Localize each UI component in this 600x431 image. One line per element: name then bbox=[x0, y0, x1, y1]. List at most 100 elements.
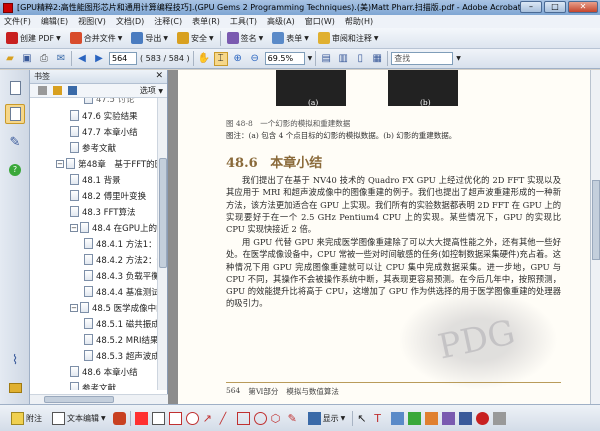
minimize-button[interactable]: – bbox=[520, 1, 542, 13]
scrollbar-thumb[interactable] bbox=[592, 180, 600, 260]
pages-panel-button[interactable] bbox=[5, 78, 25, 98]
bookmark-item[interactable]: 47.6 实验结果 bbox=[70, 107, 138, 124]
bookmark-item[interactable]: 48.6 本章小结 bbox=[70, 363, 138, 380]
scrollbar-thumb[interactable] bbox=[44, 396, 114, 403]
close-button[interactable]: ✕ bbox=[568, 1, 598, 13]
scrollbar-thumb[interactable] bbox=[159, 158, 167, 268]
delete-bookmark-icon[interactable] bbox=[38, 86, 47, 95]
continuous-page-icon[interactable]: ▦ bbox=[370, 52, 384, 66]
bookmark-item[interactable]: 48.5.3 超声波成像 bbox=[84, 347, 167, 364]
button-tool-icon[interactable] bbox=[442, 411, 456, 425]
bookmark-item[interactable]: − 第48章 基于FFT的医学 bbox=[56, 155, 167, 172]
text-select-icon[interactable]: T bbox=[374, 412, 387, 425]
create-pdf-button[interactable]: 创建 PDF ▼ bbox=[3, 31, 64, 45]
snapshot-icon[interactable] bbox=[391, 411, 405, 425]
rectangle-icon[interactable] bbox=[236, 411, 250, 425]
menu-tools[interactable]: 工具(T) bbox=[230, 16, 257, 27]
bookmarks-options-menu[interactable]: 选项 ▼ bbox=[140, 85, 163, 96]
help-panel-button[interactable]: ? bbox=[5, 160, 25, 180]
menu-comments[interactable]: 注释(C) bbox=[154, 16, 182, 27]
highlight-icon[interactable] bbox=[134, 411, 148, 425]
bookmark-item[interactable]: 48.2 傅里叶变换 bbox=[70, 187, 146, 204]
page-number-input[interactable] bbox=[109, 52, 137, 65]
forms-button[interactable]: 表单 ▼ bbox=[269, 31, 312, 45]
collapse-icon[interactable]: − bbox=[70, 223, 78, 232]
new-bookmark-icon[interactable] bbox=[53, 86, 62, 95]
bookmark-item[interactable]: 48.4.3 负载平衡 bbox=[84, 267, 160, 284]
stamp-icon[interactable] bbox=[112, 411, 126, 425]
menu-document[interactable]: 文档(D) bbox=[116, 16, 144, 27]
polygon-icon[interactable]: ⬡ bbox=[271, 412, 284, 425]
bookmark-item[interactable]: − 48.5 医学成像中的FF bbox=[70, 299, 167, 316]
zoom-level-input[interactable] bbox=[264, 52, 305, 65]
menu-forms[interactable]: 表单(R) bbox=[192, 16, 220, 27]
checkbox-tool-icon[interactable] bbox=[459, 411, 473, 425]
fit-page-icon[interactable]: ▤ bbox=[319, 52, 333, 66]
expand-bookmark-icon[interactable] bbox=[68, 86, 77, 95]
bookmark-item[interactable]: 47.7 本章小结 bbox=[70, 123, 138, 140]
bookmark-item[interactable]: 48.4.1 方法1：主 bbox=[84, 235, 165, 252]
next-page-icon[interactable]: ▶ bbox=[92, 52, 106, 66]
review-comment-button[interactable]: 审阅和注释 ▼ bbox=[315, 31, 382, 45]
previous-page-icon[interactable]: ◀ bbox=[75, 52, 89, 66]
fit-width-icon[interactable]: ▥ bbox=[336, 52, 350, 66]
close-panel-icon[interactable]: ✕ bbox=[155, 71, 163, 81]
signatures-panel-button[interactable]: ✎ bbox=[5, 132, 25, 152]
callout-icon[interactable] bbox=[151, 411, 165, 425]
sign-button[interactable]: 签名 ▼ bbox=[224, 31, 267, 45]
document-viewport[interactable]: (a) (b) 图 48-8 一个幻影的模拟和重建数据 图注：(a) 包含 4 … bbox=[168, 70, 600, 404]
bookmarks-scrollbar[interactable] bbox=[157, 98, 167, 390]
bookmark-item[interactable]: 48.1 背景 bbox=[70, 171, 121, 188]
line-icon[interactable]: ╱ bbox=[220, 412, 233, 425]
open-folder-icon[interactable]: ▰ bbox=[3, 52, 17, 66]
link-icon[interactable] bbox=[408, 411, 422, 425]
radio-tool-icon[interactable] bbox=[476, 411, 490, 425]
zoom-out-icon[interactable]: ⊖ bbox=[248, 52, 262, 66]
menu-edit[interactable]: 编辑(E) bbox=[41, 16, 68, 27]
email-icon[interactable]: ✉ bbox=[54, 52, 68, 66]
list-tool-icon[interactable] bbox=[493, 411, 507, 425]
comments-panel-button[interactable] bbox=[5, 378, 25, 398]
collapse-icon[interactable]: − bbox=[70, 303, 78, 312]
bookmark-item[interactable]: 48.4.2 方法2：使 bbox=[84, 251, 165, 268]
menu-advanced[interactable]: 高级(A) bbox=[267, 16, 295, 27]
select-tool-icon[interactable]: ⌶ bbox=[213, 51, 228, 66]
find-input[interactable] bbox=[391, 52, 454, 65]
text-edit-button[interactable]: 文本编辑 ▼ bbox=[49, 411, 109, 426]
attachments-panel-button[interactable]: ⌇ bbox=[5, 350, 25, 370]
menu-help[interactable]: 帮助(H) bbox=[345, 16, 373, 27]
menu-window[interactable]: 窗口(W) bbox=[305, 16, 335, 27]
bookmarks-panel-button[interactable] bbox=[5, 104, 25, 124]
maximize-button[interactable]: □ bbox=[544, 1, 566, 13]
bookmark-item[interactable]: 48.5.2 MRI结果 bbox=[84, 331, 158, 348]
zoom-in-icon[interactable]: ⊕ bbox=[231, 52, 245, 66]
bookmark-item[interactable]: 参考文献 bbox=[70, 379, 116, 390]
single-page-icon[interactable]: ▯ bbox=[353, 52, 367, 66]
bookmarks-horizontal-scrollbar[interactable] bbox=[30, 394, 168, 404]
textbox-icon[interactable] bbox=[168, 411, 182, 425]
export-button[interactable]: 导出 ▼ bbox=[128, 31, 171, 45]
bookmark-item[interactable]: 48.5.1 磁共振成像 bbox=[84, 315, 167, 332]
bookmark-item[interactable]: 48.4.4 基准测试结 bbox=[84, 283, 167, 300]
cursor-icon[interactable]: ↖ bbox=[357, 412, 370, 425]
find-dropdown-icon[interactable]: ▼ bbox=[456, 55, 461, 62]
bookmark-item[interactable]: 47.5 讨论 bbox=[84, 98, 135, 107]
bookmark-item[interactable]: − 48.4 在GPU上的实现 bbox=[70, 219, 167, 236]
attach-note-button[interactable]: 附注 bbox=[8, 411, 45, 426]
save-icon[interactable]: ▣ bbox=[20, 52, 34, 66]
merge-files-button[interactable]: 合并文件 ▼ bbox=[67, 31, 126, 45]
document-scrollbar[interactable] bbox=[590, 70, 600, 404]
menu-file[interactable]: 文件(F) bbox=[4, 16, 31, 27]
print-icon[interactable]: ⎙ bbox=[37, 52, 51, 66]
zoom-dropdown-icon[interactable]: ▼ bbox=[308, 55, 313, 62]
secure-button[interactable]: 安全 ▼ bbox=[174, 31, 217, 45]
bookmark-item[interactable]: 参考文献 bbox=[70, 139, 116, 156]
cloud-icon[interactable] bbox=[185, 411, 199, 425]
hand-tool-icon[interactable]: ✋ bbox=[197, 52, 211, 66]
menu-view[interactable]: 视图(V) bbox=[78, 16, 106, 27]
oval-icon[interactable] bbox=[253, 411, 267, 425]
arrow-icon[interactable]: ↗ bbox=[203, 412, 216, 425]
collapse-icon[interactable]: − bbox=[56, 159, 64, 168]
pencil-icon[interactable]: ✎ bbox=[288, 412, 301, 425]
media-icon[interactable] bbox=[425, 411, 439, 425]
